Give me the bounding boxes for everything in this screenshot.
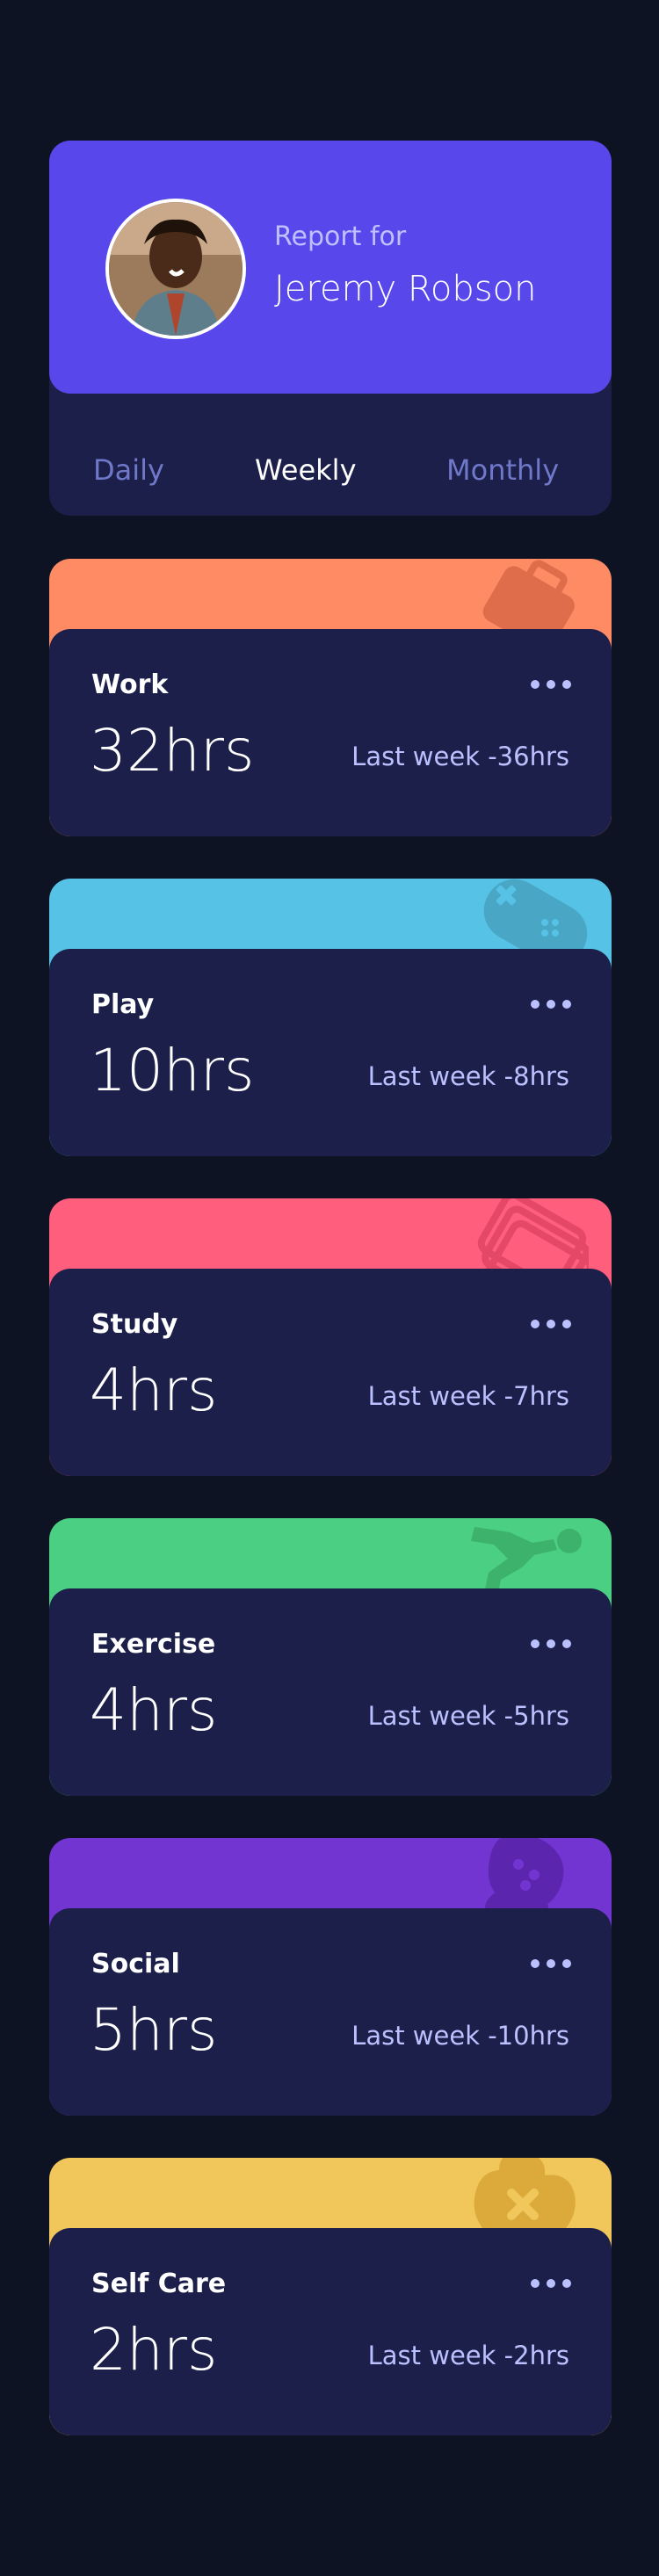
current-hours: 2hrs bbox=[90, 2316, 218, 2384]
card-title: Play bbox=[91, 989, 155, 1020]
tab-daily[interactable]: Daily bbox=[93, 453, 164, 487]
report-for-label: Report for bbox=[274, 221, 407, 252]
card-title: Social bbox=[91, 1949, 180, 1979]
card-body-self-care[interactable]: Self Care 2hrs Last week -2hrs bbox=[49, 2228, 612, 2435]
card-body-study[interactable]: Study 4hrs Last week -7hrs bbox=[49, 1269, 612, 1476]
ellipsis-icon[interactable] bbox=[531, 1638, 571, 1650]
previous-hours: Last week -10hrs bbox=[351, 2021, 569, 2051]
ellipsis-icon[interactable] bbox=[531, 1318, 571, 1330]
card-study: Study 4hrs Last week -7hrs bbox=[49, 1198, 612, 1476]
card-title: Exercise bbox=[91, 1629, 216, 1660]
card-work: Work 32hrs Last week -36hrs bbox=[49, 559, 612, 836]
profile-header: Report for Jeremy Robson bbox=[49, 141, 612, 394]
card-social: Social 5hrs Last week -10hrs bbox=[49, 1838, 612, 2116]
tab-weekly[interactable]: Weekly bbox=[255, 453, 357, 487]
avatar bbox=[105, 199, 246, 339]
card-title: Self Care bbox=[91, 2268, 227, 2299]
current-hours: 5hrs bbox=[90, 1996, 218, 2064]
current-hours: 4hrs bbox=[90, 1357, 218, 1424]
card-self-care: Self Care 2hrs Last week -2hrs bbox=[49, 2158, 612, 2435]
ellipsis-icon[interactable] bbox=[531, 2277, 571, 2290]
previous-hours: Last week -8hrs bbox=[367, 1061, 569, 1091]
ellipsis-icon[interactable] bbox=[531, 998, 571, 1010]
card-play: Play 10hrs Last week -8hrs bbox=[49, 879, 612, 1156]
user-name: Jeremy Robson bbox=[274, 269, 537, 309]
ellipsis-icon[interactable] bbox=[531, 678, 571, 691]
profile-card: Report for Jeremy Robson Daily Weekly Mo… bbox=[49, 141, 612, 516]
ellipsis-icon[interactable] bbox=[531, 1957, 571, 1970]
tab-monthly[interactable]: Monthly bbox=[446, 453, 559, 487]
current-hours: 32hrs bbox=[90, 717, 255, 785]
previous-hours: Last week -7hrs bbox=[367, 1381, 569, 1411]
previous-hours: Last week -2hrs bbox=[367, 2341, 569, 2370]
card-title: Study bbox=[91, 1309, 178, 1340]
current-hours: 10hrs bbox=[90, 1037, 255, 1104]
card-exercise: Exercise 4hrs Last week -5hrs bbox=[49, 1518, 612, 1796]
card-body-work[interactable]: Work 32hrs Last week -36hrs bbox=[49, 629, 612, 836]
card-body-play[interactable]: Play 10hrs Last week -8hrs bbox=[49, 949, 612, 1156]
previous-hours: Last week -36hrs bbox=[351, 742, 569, 771]
current-hours: 4hrs bbox=[90, 1676, 218, 1744]
card-title: Work bbox=[91, 669, 169, 700]
card-body-exercise[interactable]: Exercise 4hrs Last week -5hrs bbox=[49, 1588, 612, 1796]
dashboard-page: Report for Jeremy Robson Daily Weekly Mo… bbox=[0, 0, 659, 2576]
card-body-social[interactable]: Social 5hrs Last week -10hrs bbox=[49, 1908, 612, 2116]
previous-hours: Last week -5hrs bbox=[367, 1701, 569, 1731]
